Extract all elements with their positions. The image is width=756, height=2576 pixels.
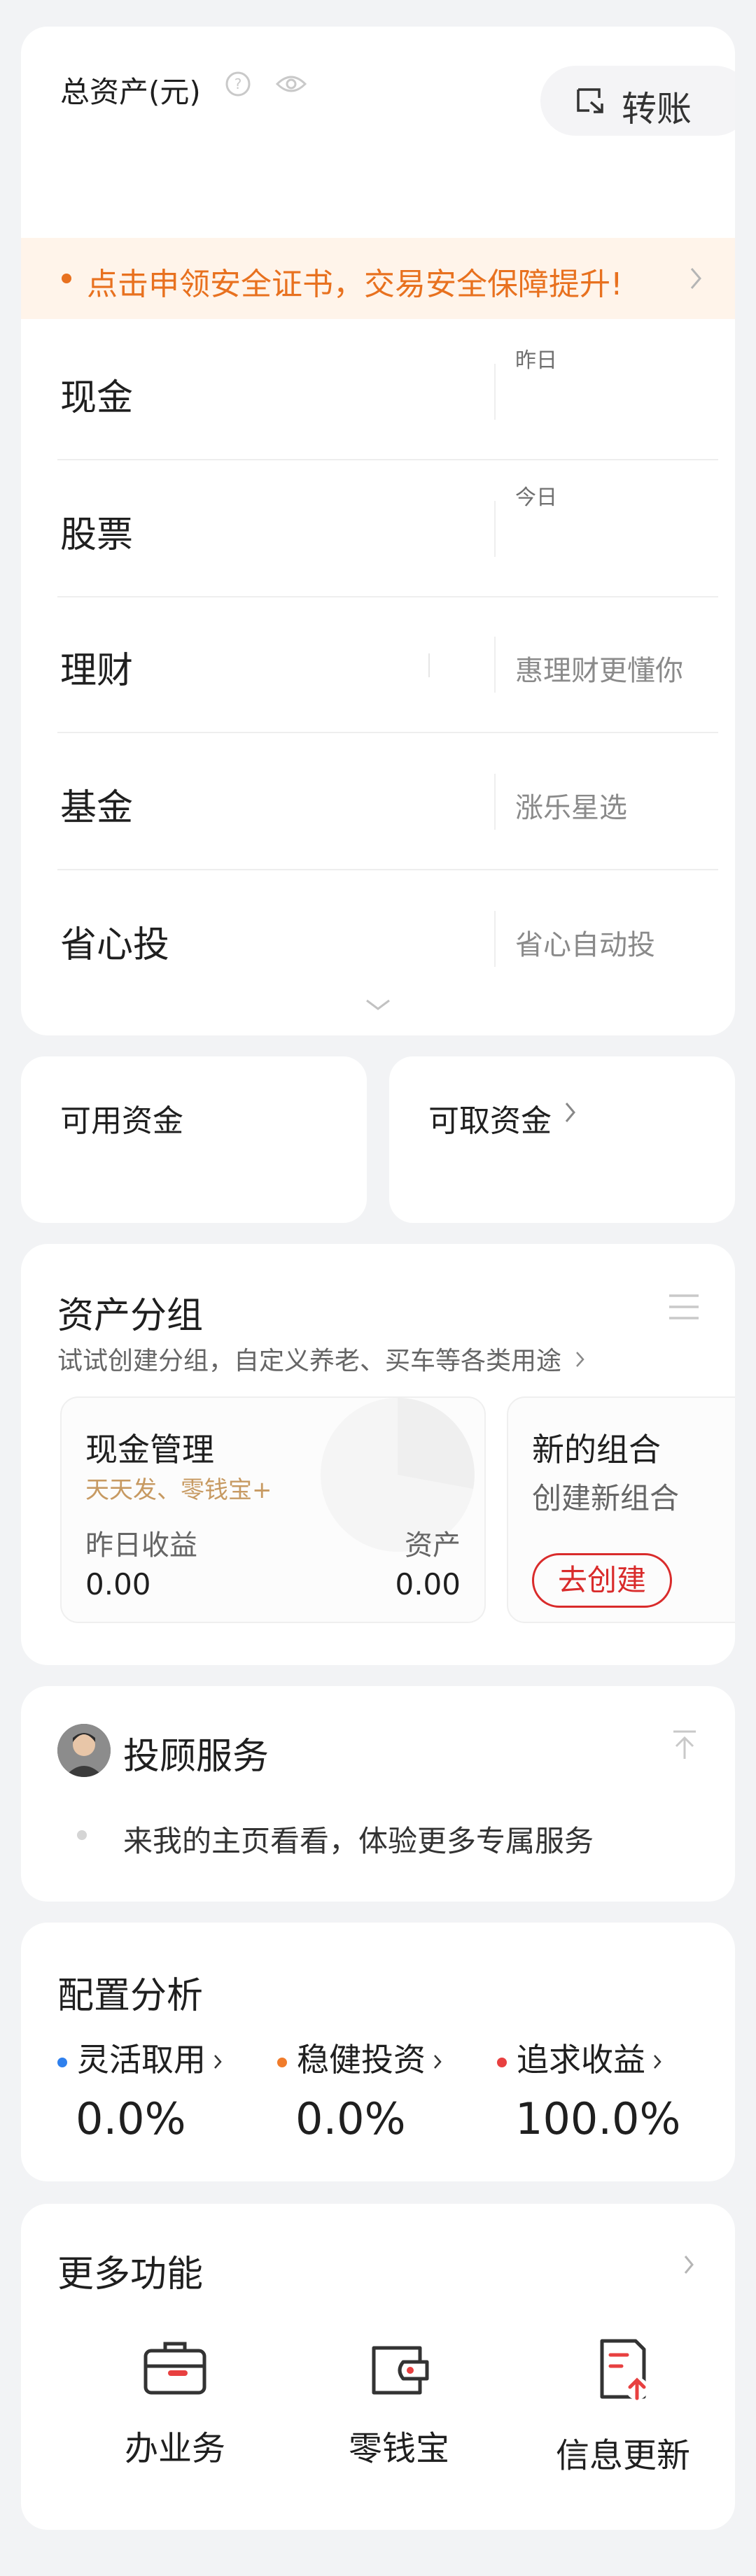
cash-management-tile[interactable]: 现金管理 天天发、零钱宝+ 昨日收益 0.00 资产 0.00 xyxy=(60,1396,486,1623)
wallet-icon xyxy=(372,2346,429,2395)
chevron-right-icon[interactable] xyxy=(682,2253,696,2279)
menu-icon[interactable] xyxy=(668,1293,700,1324)
flexible-dot-icon xyxy=(57,2057,67,2067)
divider xyxy=(57,459,718,460)
more-title: 更多功能 xyxy=(57,2253,204,2295)
chevron-right-icon xyxy=(563,1100,578,1128)
config-item-value: 0.0% xyxy=(295,2093,406,2144)
expand-chevron-icon[interactable] xyxy=(363,996,393,1016)
banner-text: 点击申领安全证书，交易安全保障提升! xyxy=(87,267,623,302)
row-label: 股票 xyxy=(60,514,134,556)
function-info-update[interactable]: 信息更新 xyxy=(532,2337,714,2477)
config-item-label: 灵活取用 xyxy=(77,2041,206,2079)
function-wallet[interactable]: 零钱宝 xyxy=(308,2337,490,2470)
asset-label: 资产 xyxy=(405,1529,461,1562)
row-divider xyxy=(494,637,496,693)
config-title: 配置分析 xyxy=(57,1975,204,2017)
row-label: 省心投 xyxy=(60,924,170,966)
divider xyxy=(57,869,718,870)
chevron-right-icon xyxy=(213,2041,223,2079)
help-icon[interactable]: ? xyxy=(224,70,252,101)
available-funds-label: 可用资金 xyxy=(60,1103,183,1139)
more-functions-card: 更多功能 办业务 零钱宝 信息更新 xyxy=(21,2204,735,2530)
document-update-icon xyxy=(600,2339,648,2400)
row-label: 理财 xyxy=(60,650,134,692)
create-button[interactable]: 去创建 xyxy=(532,1553,672,1608)
config-item-growth[interactable]: 追求收益 100.0% xyxy=(497,2034,721,2144)
chevron-right-icon xyxy=(433,2041,442,2079)
growth-dot-icon xyxy=(497,2057,507,2067)
divider xyxy=(57,732,718,733)
yesterday-yield-value: 0.00 xyxy=(85,1567,151,1601)
transfer-icon xyxy=(575,87,606,118)
function-label: 信息更新 xyxy=(555,2436,690,2475)
stable-dot-icon xyxy=(277,2057,287,2067)
withdrawable-funds-label: 可取资金 xyxy=(428,1103,552,1139)
cash-title: 现金管理 xyxy=(85,1431,214,1469)
eye-icon[interactable] xyxy=(274,71,308,99)
banner-dot-icon xyxy=(62,274,71,283)
row-label: 现金 xyxy=(60,377,134,419)
chevron-right-icon xyxy=(687,264,704,295)
groups-subtitle[interactable]: 试试创建分组，自定义养老、买车等各类用途 xyxy=(57,1340,586,1377)
divider xyxy=(57,596,718,597)
security-banner[interactable]: 点击申领安全证书，交易安全保障提升! xyxy=(21,238,735,319)
yesterday-yield-label: 昨日收益 xyxy=(85,1529,197,1562)
assets-title: 总资产(元) xyxy=(60,75,201,109)
function-label: 零钱宝 xyxy=(348,2429,449,2468)
new-combo-tile[interactable]: 新的组合 创建新组合 去创建 xyxy=(507,1396,735,1623)
row-tag: 今日 xyxy=(515,486,557,510)
briefcase-icon xyxy=(144,2342,206,2395)
config-item-value: 0.0% xyxy=(76,2093,186,2144)
row-mark xyxy=(428,653,430,677)
config-item-flexible[interactable]: 灵活取用 0.0% xyxy=(57,2034,267,2144)
function-business[interactable]: 办业务 xyxy=(84,2337,266,2470)
bullet-dot-icon xyxy=(77,1830,87,1840)
advisor-card: 投顾服务 来我的主页看看，体验更多专属服务 xyxy=(21,1686,735,1902)
chevron-right-icon xyxy=(575,1347,586,1375)
row-right-text: 惠理财更懂你 xyxy=(515,655,683,687)
config-item-value: 100.0% xyxy=(515,2093,681,2144)
chevron-right-icon xyxy=(652,2041,662,2079)
row-divider xyxy=(494,501,496,557)
row-right-text: 涨乐星选 xyxy=(515,792,627,824)
row-divider xyxy=(494,911,496,967)
advisor-title: 投顾服务 xyxy=(123,1736,270,1778)
config-item-label: 稳健投资 xyxy=(297,2041,426,2079)
withdrawable-funds-card[interactable]: 可取资金 xyxy=(389,1056,735,1223)
config-analysis-card: 配置分析 灵活取用 0.0% 稳健投资 0.0% 追求收益 100.0% xyxy=(21,1923,735,2181)
row-label: 基金 xyxy=(60,787,134,829)
config-item-label: 追求收益 xyxy=(517,2041,645,2079)
available-funds-card[interactable]: 可用资金 xyxy=(21,1056,367,1223)
transfer-label: 转账 xyxy=(622,89,692,129)
function-label: 办业务 xyxy=(124,2429,225,2468)
new-combo-title: 新的组合 xyxy=(532,1431,661,1469)
avatar-person-icon xyxy=(57,1724,111,1777)
row-right-text: 省心自动投 xyxy=(515,929,655,961)
config-item-stable[interactable]: 稳健投资 0.0% xyxy=(277,2034,487,2144)
avatar[interactable] xyxy=(57,1724,111,1777)
new-combo-subtitle: 创建新组合 xyxy=(532,1481,680,1515)
row-divider xyxy=(494,774,496,830)
assets-card: 总资产(元) ? 转账 点击申领安全证书，交易安全保障提升! 现金 昨日 股票 … xyxy=(21,27,735,1035)
asset-value: 0.00 xyxy=(395,1567,461,1601)
asset-groups-card: 资产分组 试试创建分组，自定义养老、买车等各类用途 现金管理 天天发、零钱宝+ … xyxy=(21,1244,735,1665)
pin-top-icon[interactable] xyxy=(672,1729,697,1763)
transfer-button[interactable]: 转账 xyxy=(540,66,735,136)
svg-text:?: ? xyxy=(234,76,242,92)
row-tag: 昨日 xyxy=(515,348,557,373)
advisor-message[interactable]: 来我的主页看看，体验更多专属服务 xyxy=(123,1818,594,1860)
groups-subtitle-text: 试试创建分组，自定义养老、买车等各类用途 xyxy=(57,1347,562,1375)
row-divider xyxy=(494,364,496,420)
cash-subtitle: 天天发、零钱宝+ xyxy=(85,1476,272,1504)
groups-title: 资产分组 xyxy=(57,1295,204,1337)
